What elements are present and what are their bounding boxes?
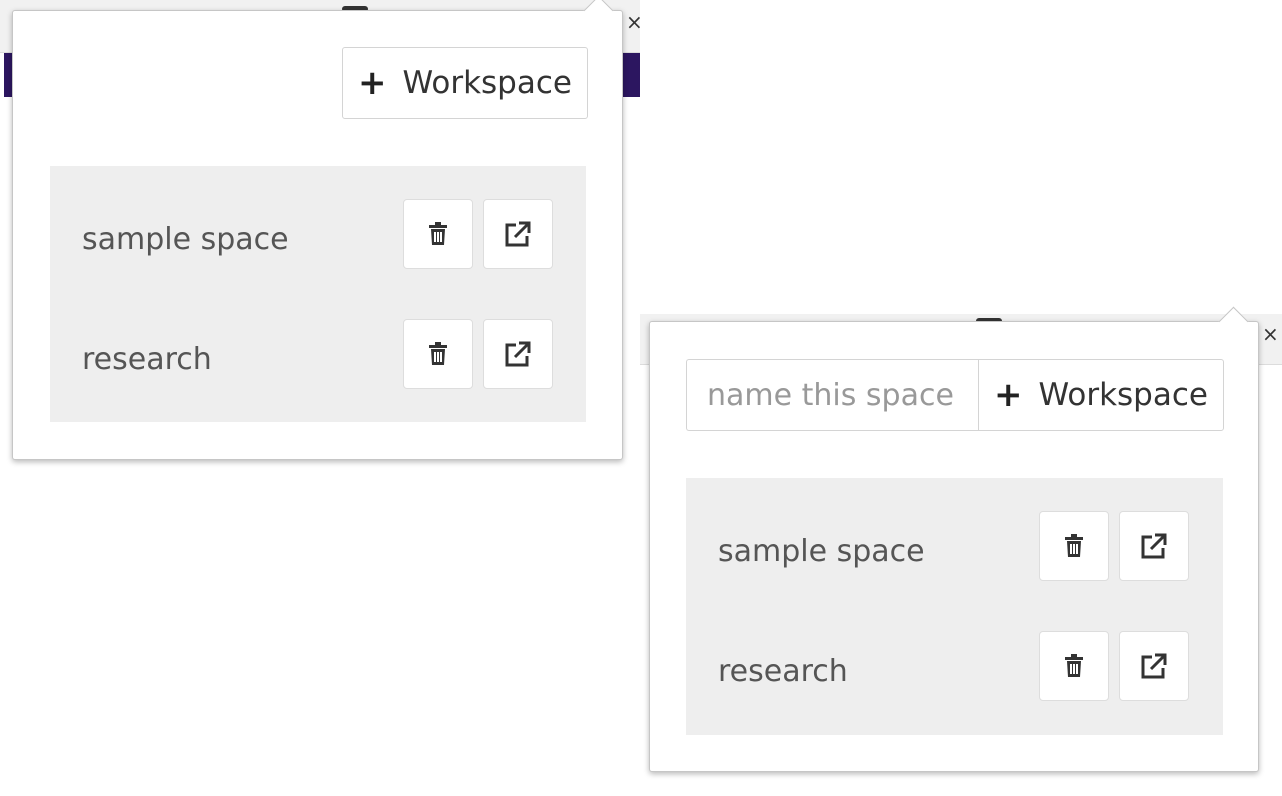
trash-icon	[429, 342, 447, 365]
external-link-icon	[1141, 653, 1167, 679]
workspace-name-input[interactable]	[686, 359, 979, 431]
add-workspace-button[interactable]: + Workspace	[978, 359, 1224, 431]
trash-icon	[1065, 654, 1083, 677]
plus-icon: +	[358, 63, 387, 103]
workspace-list: sample space research	[50, 166, 586, 422]
add-workspace-label: Workspace	[1038, 377, 1208, 413]
workspace-name: research	[718, 654, 848, 689]
delete-workspace-button[interactable]	[403, 199, 473, 269]
external-link-icon	[1141, 533, 1167, 559]
delete-workspace-button[interactable]	[1039, 511, 1109, 581]
trash-icon	[429, 222, 447, 245]
external-link-icon	[505, 341, 531, 367]
workspace-popup-expanded: + Workspace sample space research	[649, 306, 1259, 772]
workspace-popup-collapsed: + Workspace sample space research	[12, 0, 623, 460]
open-workspace-button[interactable]	[1119, 631, 1189, 701]
popup-caret	[1218, 306, 1249, 337]
workspace-name: research	[82, 342, 212, 377]
workspace-name: sample space	[82, 222, 289, 257]
add-workspace-label: Workspace	[402, 65, 572, 101]
plus-icon: +	[994, 375, 1023, 415]
delete-workspace-button[interactable]	[1039, 631, 1109, 701]
open-workspace-button[interactable]	[483, 319, 553, 389]
workspace-name: sample space	[718, 534, 925, 569]
workspace-list: sample space research	[686, 478, 1223, 735]
external-link-icon	[505, 221, 531, 247]
open-workspace-button[interactable]	[1119, 511, 1189, 581]
background-close-icon: ×	[626, 10, 643, 34]
add-workspace-button[interactable]: + Workspace	[342, 47, 588, 119]
background-close-icon-2: ×	[1262, 322, 1279, 346]
trash-icon	[1065, 534, 1083, 557]
open-workspace-button[interactable]	[483, 199, 553, 269]
delete-workspace-button[interactable]	[403, 319, 473, 389]
